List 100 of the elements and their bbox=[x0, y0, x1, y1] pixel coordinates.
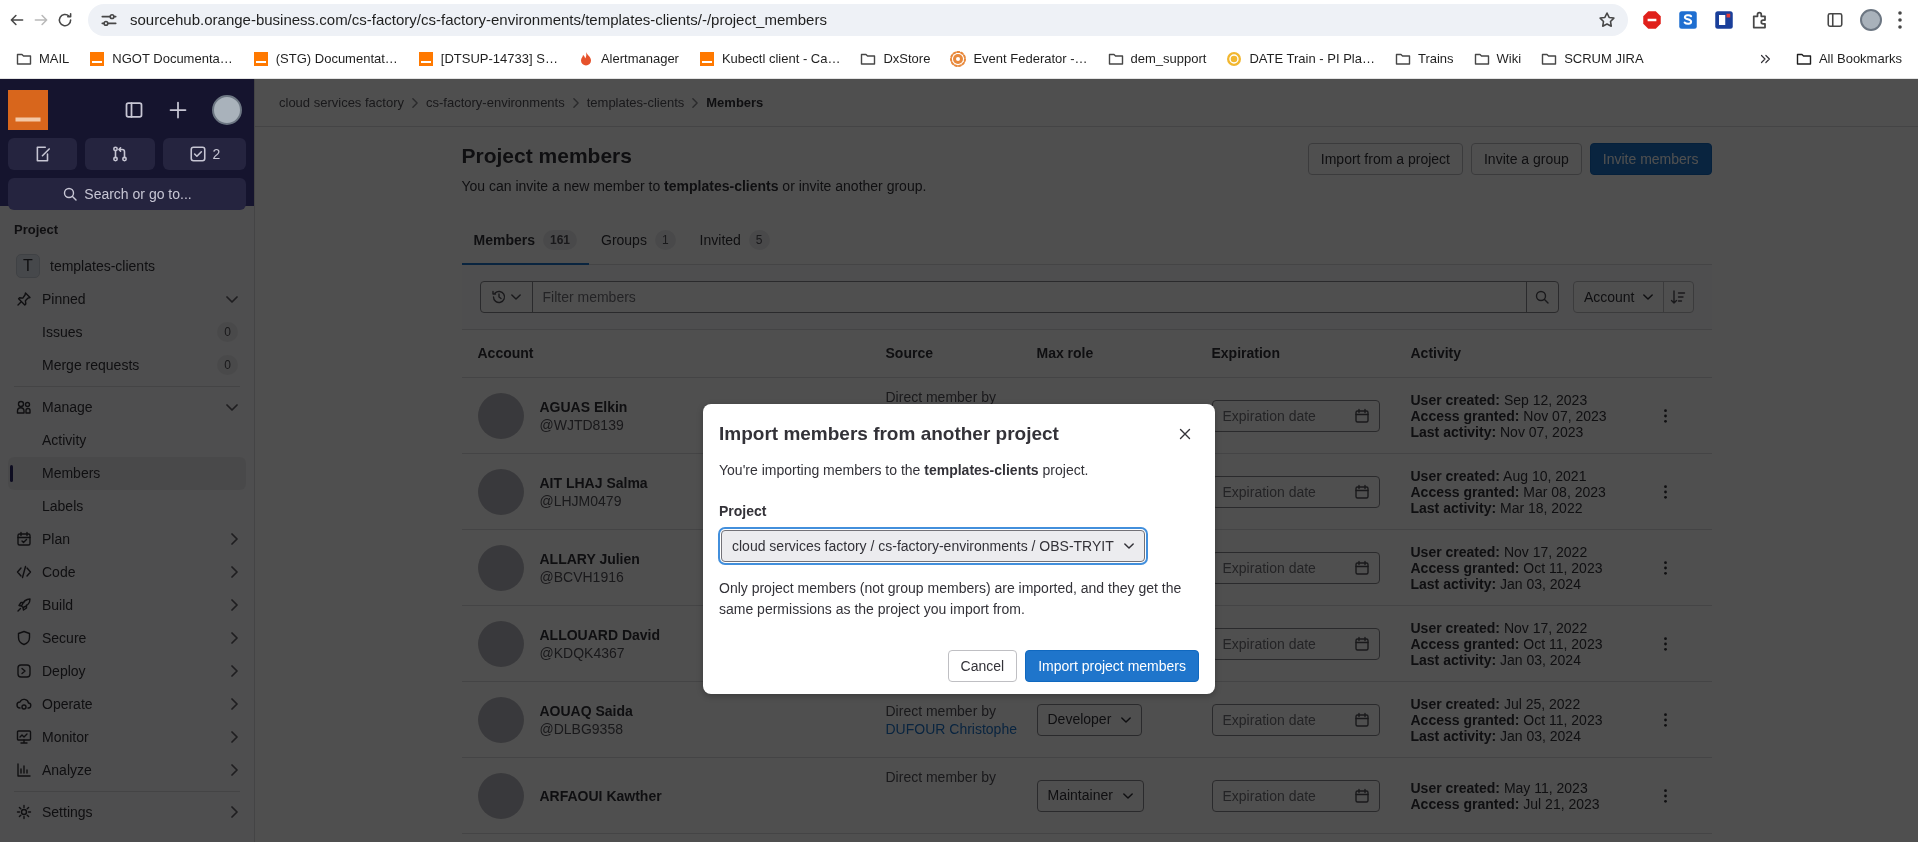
import-button[interactable]: Import project members bbox=[1025, 650, 1199, 682]
favicon-icon bbox=[417, 51, 434, 67]
activity-line: Access granted: Oct 11, 2023 bbox=[1410, 635, 1604, 652]
profile-avatar[interactable] bbox=[1860, 9, 1882, 31]
column-header: Source bbox=[885, 344, 934, 364]
deploy-icon bbox=[16, 663, 32, 679]
bookmark[interactable]: Trains bbox=[1386, 45, 1462, 73]
sidebar-item[interactable]: Labels bbox=[8, 489, 246, 523]
project-select[interactable]: cloud services factory / cs-factory-environments / OBS-TRYIT bbox=[721, 530, 1145, 562]
activity-line: Access granted: Oct 11, 2023 bbox=[1410, 559, 1604, 576]
chart-icon bbox=[16, 762, 32, 778]
close-icon bbox=[1177, 426, 1193, 442]
project-link[interactable]: T templates-clients bbox=[8, 249, 246, 283]
breadcrumb-link[interactable]: Members bbox=[706, 92, 764, 113]
menu-icon[interactable] bbox=[1898, 11, 1902, 29]
bookmark[interactable]: (STG) Documentat… bbox=[244, 45, 406, 73]
source-link[interactable]: DUFOUR Christophe bbox=[885, 720, 1017, 737]
activity-line: Last activity: Jan 03, 2024 bbox=[1410, 651, 1582, 668]
bookmark[interactable]: dem_support bbox=[1099, 45, 1215, 73]
activity-line: User created: Nov 17, 2022 bbox=[1410, 543, 1589, 560]
role-dropdown[interactable]: Developer bbox=[1036, 703, 1143, 736]
sidebar-item[interactable]: Secure bbox=[8, 621, 246, 655]
sidebar-item[interactable]: Operate bbox=[8, 687, 246, 721]
activity-line: User created: Nov 17, 2022 bbox=[1410, 619, 1589, 636]
bookmark[interactable]: All Bookmarks bbox=[1787, 45, 1910, 73]
user-avatar[interactable] bbox=[212, 95, 242, 125]
activity-line: User created: Sep 12, 2023 bbox=[1410, 391, 1589, 408]
bookmark[interactable]: Wiki bbox=[1465, 45, 1530, 73]
bookmark[interactable]: SCRUM JIRA bbox=[1533, 45, 1652, 73]
sidebar-item[interactable]: Deploy bbox=[8, 654, 246, 688]
bookmark[interactable]: DATE Train - PI Pla… bbox=[1218, 45, 1383, 73]
side-panel-icon[interactable] bbox=[1826, 11, 1844, 29]
folder-icon bbox=[1473, 51, 1490, 67]
activity-line: User created: May 11, 2023 bbox=[1410, 779, 1589, 796]
address-bar[interactable]: sourcehub.orange-business.com/cs-factory/cs-factory-environments/templates-clients/-/project_members bbox=[88, 4, 1628, 36]
monitor-icon bbox=[16, 729, 32, 745]
chevron-down-icon bbox=[1123, 543, 1134, 549]
header-button[interactable]: Invite members bbox=[1589, 143, 1712, 175]
calendar-icon bbox=[1353, 407, 1370, 424]
page-description: You can invite a new member to templates-clients or invite another group. bbox=[461, 177, 927, 197]
activity-line: Last activity: Jan 03, 2024 bbox=[1410, 575, 1582, 592]
bookmark[interactable]: MAIL bbox=[8, 45, 78, 73]
bookmark[interactable]: Kubectl client - Ca… bbox=[690, 45, 849, 73]
sidebar-toggle-icon[interactable] bbox=[124, 100, 144, 120]
merge-requests-button[interactable] bbox=[85, 138, 155, 170]
extension-icon[interactable] bbox=[1678, 10, 1698, 30]
plus-icon[interactable] bbox=[168, 100, 188, 120]
sidebar-item[interactable]: Monitor bbox=[8, 720, 246, 754]
sidebar-item[interactable]: Build bbox=[8, 588, 246, 622]
column-header: Expiration bbox=[1211, 344, 1281, 364]
shield-icon bbox=[16, 630, 32, 646]
breadcrumb-separator-icon bbox=[412, 97, 418, 108]
bookmark[interactable]: Alertmanager bbox=[569, 45, 687, 73]
sidebar-item[interactable]: Members bbox=[8, 456, 246, 490]
project-avatar: T bbox=[16, 254, 40, 278]
member-name[interactable]: AIT LHAJ Salma bbox=[539, 473, 648, 492]
search-button[interactable]: Search or go to... bbox=[8, 178, 246, 210]
header-button[interactable]: Import from a project bbox=[1307, 143, 1463, 175]
breadcrumb-separator-icon bbox=[572, 97, 579, 108]
kebab-icon bbox=[1664, 635, 1667, 652]
people-icon bbox=[16, 399, 32, 415]
merge-request-icon bbox=[111, 145, 130, 163]
member-name[interactable]: AGUAS Elkin bbox=[539, 397, 628, 416]
caret-icon bbox=[511, 294, 521, 301]
sidebar-item[interactable]: Activity bbox=[8, 423, 246, 457]
activity-line: Last activity: Mar 18, 2022 bbox=[1410, 499, 1584, 516]
help-text: Only project members (not group members) are imported, and they get the same permissions as the project you import from. bbox=[719, 579, 1183, 619]
activity-line: Access granted: Nov 07, 2023 bbox=[1410, 407, 1608, 424]
folder-icon bbox=[1541, 51, 1558, 67]
folder-icon bbox=[1107, 51, 1124, 67]
cancel-button[interactable]: Cancel bbox=[947, 650, 1018, 682]
extension-icon[interactable] bbox=[1714, 10, 1734, 30]
kebab-icon bbox=[1664, 559, 1667, 576]
sidebar-item[interactable]: Settings bbox=[8, 795, 246, 829]
folder-icon bbox=[16, 51, 32, 67]
calendar-icon bbox=[1353, 787, 1370, 804]
sidebar-item[interactable]: Plan bbox=[8, 522, 246, 556]
bookmark[interactable]: NGOT Documenta… bbox=[81, 45, 241, 73]
settings-icon bbox=[16, 804, 32, 820]
sidebar-item[interactable]: Code bbox=[8, 555, 246, 589]
sidebar-item[interactable]: Pinned bbox=[8, 282, 246, 316]
sidebar-item[interactable]: Manage bbox=[8, 390, 246, 424]
issues-button[interactable] bbox=[8, 138, 78, 170]
member-name[interactable]: ALLOUARD David bbox=[539, 625, 661, 644]
sidebar-item[interactable]: Analyze bbox=[8, 753, 246, 787]
todo-button[interactable]: 2 bbox=[162, 138, 246, 170]
reload-icon[interactable] bbox=[56, 11, 74, 29]
folder-icon bbox=[1394, 51, 1411, 67]
bookmark[interactable]: [DTSUP-14733] S… bbox=[409, 45, 566, 73]
folder-icon bbox=[1795, 51, 1812, 67]
member-name[interactable]: AOUAQ Saida bbox=[539, 701, 633, 720]
role-dropdown[interactable]: Maintainer bbox=[1036, 779, 1144, 812]
site-settings-icon[interactable] bbox=[100, 11, 118, 29]
member-name[interactable]: ARFAOUI Kawther bbox=[539, 786, 662, 805]
bookmark[interactable]: DxStore bbox=[852, 45, 939, 73]
bookmark[interactable]: Event Federator -… bbox=[942, 45, 1096, 73]
octagon-icon[interactable] bbox=[1642, 10, 1662, 30]
star-icon[interactable] bbox=[1598, 11, 1616, 29]
member-name[interactable]: ALLARY Julien bbox=[539, 549, 640, 568]
header-button[interactable]: Invite a group bbox=[1470, 143, 1582, 175]
